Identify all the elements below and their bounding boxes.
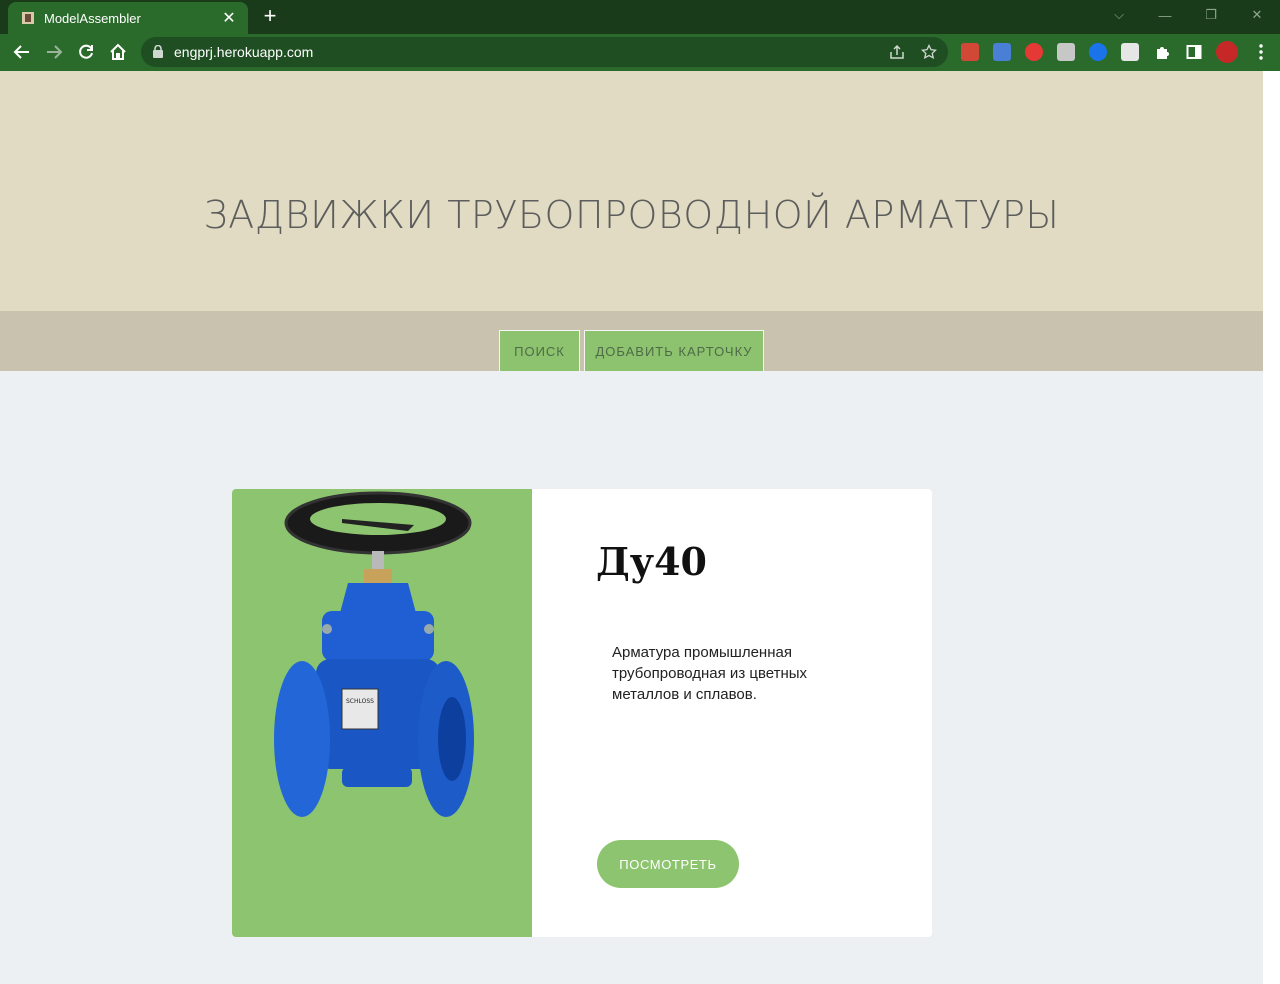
site-navbar: ПОИСК ДОБАВИТЬ КАРТОЧКУ (0, 311, 1263, 371)
add-card-link[interactable]: ДОБАВИТЬ КАРТОЧКУ (584, 330, 764, 371)
url-text: engprj.herokuapp.com (174, 44, 314, 60)
page-content: ЗАДВИЖКИ ТРУБОПРОВОДНОЙ АРМАТУРЫ ПОИСК Д… (0, 71, 1263, 984)
extension-adblock-icon[interactable] (1025, 43, 1043, 61)
side-panel-icon[interactable] (1185, 43, 1203, 61)
lock-icon (153, 44, 163, 63)
view-button[interactable]: ПОСМОТРЕТЬ (597, 840, 739, 888)
browser-toolbar: engprj.herokuapp.com (0, 34, 1280, 71)
extension-print-icon[interactable] (1121, 43, 1139, 61)
tab-close-icon[interactable]: ✕ (220, 8, 238, 28)
close-window-button[interactable]: ✕ (1234, 0, 1280, 30)
browser-tab-bar: ModelAssembler ✕ + ⌵ — ❐ ✕ (0, 0, 1280, 34)
restore-button[interactable]: ❐ (1188, 0, 1234, 30)
favicon-icon (20, 10, 36, 26)
page-scrollbar[interactable] (1263, 71, 1280, 984)
extension-infinity-icon[interactable] (1089, 43, 1107, 61)
page-title: ЗАДВИЖКИ ТРУБОПРОВОДНОЙ АРМАТУРЫ (203, 193, 1060, 237)
extension-translate-icon[interactable] (993, 43, 1011, 61)
reload-icon[interactable] (72, 38, 100, 66)
extension-office-icon[interactable] (961, 43, 979, 61)
card-description: Арматура промышленная трубопроводная из … (612, 644, 808, 703)
product-card: SCHLOSS Ду40 Арматура промышленная трубо… (232, 489, 932, 937)
gate-valve-image: SCHLOSS (274, 491, 474, 817)
forward-icon[interactable] (40, 38, 68, 66)
product-image-panel: SCHLOSS (232, 489, 532, 937)
card-title: Ду40 (596, 539, 707, 584)
hero-banner: ЗАДВИЖКИ ТРУБОПРОВОДНОЙ АРМАТУРЫ (0, 71, 1263, 311)
profile-avatar[interactable] (1216, 41, 1238, 63)
extension-touch-icon[interactable] (1057, 43, 1075, 61)
valve-nameplate: SCHLOSS (346, 698, 374, 705)
tab-title: ModelAssembler (44, 10, 141, 26)
search-link[interactable]: ПОИСК (499, 330, 580, 371)
tab-search-icon[interactable]: ⌵ (1096, 0, 1142, 30)
window-controls: ⌵ — ❐ ✕ (1096, 0, 1280, 30)
home-icon[interactable] (104, 38, 132, 66)
share-icon[interactable] (888, 43, 906, 61)
new-tab-button[interactable]: + (258, 5, 282, 29)
extensions-puzzle-icon[interactable] (1153, 43, 1171, 61)
menu-kebab-icon[interactable] (1252, 43, 1270, 61)
minimize-button[interactable]: — (1142, 0, 1188, 30)
browser-tab[interactable]: ModelAssembler ✕ (8, 2, 248, 34)
bookmark-star-icon[interactable] (920, 43, 938, 61)
address-bar[interactable]: engprj.herokuapp.com (141, 37, 948, 67)
back-icon[interactable] (8, 38, 36, 66)
